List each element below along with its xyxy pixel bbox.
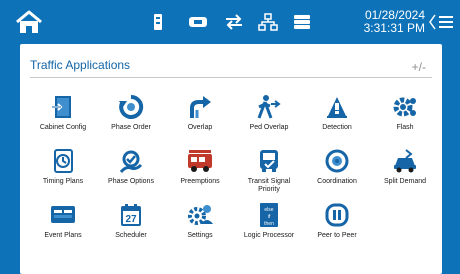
overlap-icon bbox=[186, 94, 214, 120]
app-settings[interactable]: Settings bbox=[165, 202, 235, 252]
app-event-plans[interactable]: Event Plans bbox=[28, 202, 98, 252]
panel-title: Traffic Applications bbox=[30, 58, 131, 72]
cabinet-status-icon[interactable] bbox=[152, 13, 164, 31]
timing-plans-icon bbox=[49, 148, 77, 174]
phase-order-icon bbox=[117, 94, 145, 120]
app-label: Ped Overlap bbox=[249, 124, 289, 131]
app-label-line1: Transit Signal bbox=[247, 178, 291, 185]
scheduler-badge: 27 bbox=[125, 214, 137, 225]
transit-signal-priority-icon bbox=[255, 148, 283, 174]
app-phase-order[interactable]: Phase Order bbox=[96, 94, 166, 144]
app-overlap[interactable]: Overlap bbox=[165, 94, 235, 144]
network-icon[interactable] bbox=[258, 13, 278, 31]
time-text: 3:31:31 PM bbox=[363, 21, 425, 35]
app-coordination[interactable]: Coordination bbox=[302, 148, 372, 198]
app-label: Settings bbox=[187, 232, 213, 239]
svg-text:else: else bbox=[264, 207, 273, 213]
app-phase-options[interactable]: Phase Options bbox=[96, 148, 166, 198]
app-label: Coordination bbox=[317, 178, 357, 185]
detection-icon bbox=[323, 94, 351, 120]
app-split-demand[interactable]: Split Demand bbox=[370, 148, 440, 198]
app-label: Preemptions bbox=[180, 178, 220, 185]
app-label: Phase Order bbox=[111, 124, 151, 131]
preemptions-icon bbox=[186, 148, 214, 174]
peer-to-peer-icon bbox=[323, 202, 351, 228]
app-flash[interactable]: Flash bbox=[370, 94, 440, 144]
date-time-display: 01/28/2024 3:31:31 PM bbox=[364, 9, 425, 35]
flash-icon bbox=[391, 94, 419, 120]
app-label: Flash bbox=[396, 124, 414, 131]
app-detection[interactable]: Detection bbox=[302, 94, 372, 144]
app-label: Transit Signal Priority bbox=[248, 178, 291, 194]
app-label: Peer to Peer bbox=[317, 232, 357, 239]
svg-text:then: then bbox=[264, 221, 274, 227]
swap-arrows-icon[interactable] bbox=[224, 13, 244, 31]
app-label: Phase Options bbox=[108, 178, 154, 185]
title-divider bbox=[30, 77, 432, 78]
split-demand-icon bbox=[391, 148, 419, 174]
top-bar: 01/28/2024 3:31:31 PM bbox=[0, 0, 460, 44]
app-preemptions[interactable]: Preemptions bbox=[165, 148, 235, 198]
logic-processor-icon: else if then bbox=[255, 202, 283, 228]
app-logic-processor[interactable]: else if then Logic Processor bbox=[234, 202, 304, 252]
hamburger-menu-icon bbox=[439, 16, 453, 28]
app-label: Scheduler bbox=[115, 232, 147, 239]
app-timing-plans[interactable]: Timing Plans bbox=[28, 148, 98, 198]
coordination-icon bbox=[323, 148, 351, 174]
list-menu-icon[interactable] bbox=[293, 13, 311, 31]
home-icon[interactable] bbox=[14, 9, 44, 35]
app-label: Detection bbox=[322, 124, 352, 131]
app-ped-overlap[interactable]: Ped Overlap bbox=[234, 94, 304, 144]
app-cabinet-config[interactable]: Cabinet Config bbox=[28, 94, 98, 144]
scheduler-icon: 27 bbox=[117, 202, 145, 228]
app-scheduler[interactable]: 27 Scheduler bbox=[96, 202, 166, 252]
app-label-line2: Priority bbox=[258, 186, 280, 193]
ethernet-icon[interactable] bbox=[188, 13, 208, 31]
app-label: Split Demand bbox=[383, 178, 427, 185]
app-label: Timing Plans bbox=[42, 178, 84, 185]
chevron-left-icon bbox=[429, 14, 436, 30]
zoom-toggle-button[interactable]: +/- bbox=[412, 60, 426, 74]
app-label: Overlap bbox=[187, 124, 213, 131]
app-label: Cabinet Config bbox=[39, 124, 87, 131]
event-plans-icon bbox=[49, 202, 77, 228]
phase-options-icon bbox=[117, 148, 145, 174]
app-transit-signal-priority[interactable]: Transit Signal Priority bbox=[234, 148, 304, 198]
app-label: Event Plans bbox=[44, 232, 82, 239]
ped-overlap-icon bbox=[255, 94, 283, 120]
app-label: Logic Processor bbox=[243, 232, 295, 239]
cabinet-config-icon bbox=[49, 94, 77, 120]
settings-icon bbox=[186, 202, 214, 228]
app-peer-to-peer[interactable]: Peer to Peer bbox=[302, 202, 372, 252]
traffic-applications-panel: Traffic Applications +/- Cabinet Config … bbox=[20, 44, 442, 274]
hamburger-menu-button[interactable] bbox=[428, 12, 454, 32]
